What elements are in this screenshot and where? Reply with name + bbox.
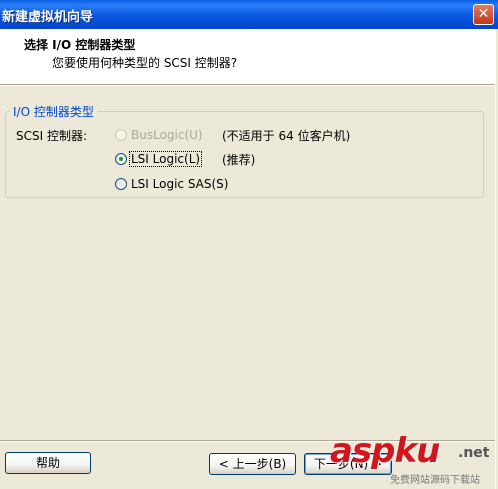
window-title: 新建虚拟机向导 xyxy=(2,10,94,25)
page-subtitle: 您要使用何种类型的 SCSI 控制器? xyxy=(52,56,238,70)
radio-label-buslogic: BusLogic(U) xyxy=(131,128,203,142)
title-bar[interactable]: 新建虚拟机向导 ✕ xyxy=(0,0,498,29)
next-button[interactable]: 下一步(N) > xyxy=(304,453,392,475)
wizard-header: 选择 I/O 控制器类型 您要使用何种类型的 SCSI 控制器? xyxy=(0,29,498,85)
buslogic-note: (不适用于 64 位客户机) xyxy=(222,129,351,143)
radio-lsi-logic[interactable]: LSI Logic(L) xyxy=(115,150,203,168)
watermark-tagline: 免费网站源码下载站 xyxy=(390,475,480,486)
radio-label-lsi-logic[interactable]: LSI Logic(L) xyxy=(128,151,203,167)
radio-buslogic: BusLogic(U) xyxy=(115,126,204,144)
page-title: 选择 I/O 控制器类型 xyxy=(24,38,136,52)
help-button[interactable]: 帮助 xyxy=(5,452,91,474)
scsi-controller-label: SCSI 控制器: xyxy=(16,129,88,143)
group-legend: I/O 控制器类型 xyxy=(10,103,97,120)
footer-divider-highlight xyxy=(0,441,498,442)
radio-button-lsi-logic[interactable] xyxy=(115,153,127,165)
watermark-tld: .net xyxy=(458,445,490,461)
lsi-logic-note: (推荐) xyxy=(222,153,256,167)
back-button[interactable]: < 上一步(B) xyxy=(209,453,296,475)
radio-button-lsi-logic-sas[interactable] xyxy=(115,178,127,190)
close-icon: ✕ xyxy=(477,6,490,22)
header-divider xyxy=(0,85,498,86)
radio-button-buslogic xyxy=(115,129,127,141)
radio-label-lsi-logic-sas[interactable]: LSI Logic SAS(S) xyxy=(130,177,229,191)
radio-lsi-logic-sas[interactable]: LSI Logic SAS(S) xyxy=(115,175,229,193)
close-button[interactable]: ✕ xyxy=(473,4,494,25)
